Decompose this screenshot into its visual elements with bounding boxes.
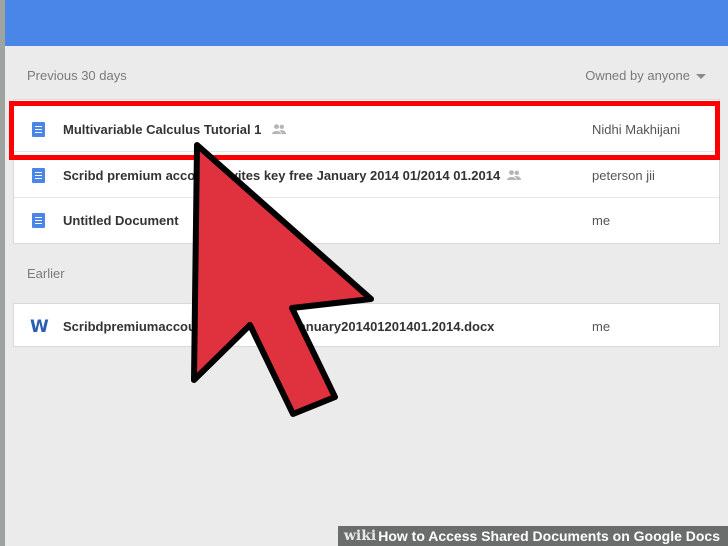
chevron-down-icon bbox=[696, 74, 706, 79]
google-doc-icon bbox=[32, 167, 45, 183]
file-row[interactable]: Untitled Document me bbox=[14, 198, 719, 243]
recent-files-list: Multivariable Calculus Tutorial 1 Nidhi … bbox=[13, 99, 720, 244]
top-bar bbox=[5, 0, 728, 46]
owner-filter-label: Owned by anyone bbox=[585, 68, 690, 83]
drive-window: Previous 30 days Owned by anyone Multiva… bbox=[5, 0, 728, 546]
file-name: Untitled Document bbox=[63, 213, 179, 228]
file-row[interactable]: Multivariable Calculus Tutorial 1 Nidhi … bbox=[14, 107, 719, 152]
file-owner: me bbox=[592, 319, 611, 334]
owner-filter-dropdown[interactable]: Owned by anyone bbox=[585, 68, 706, 83]
file-name: Multivariable Calculus Tutorial 1 bbox=[63, 121, 262, 137]
google-doc-icon bbox=[32, 121, 45, 137]
file-owner: me bbox=[592, 213, 611, 228]
banner-title: How to Access Shared Documents on Google… bbox=[378, 528, 720, 544]
file-name: Scribdpremiumaccountinviteskeyfreejanuar… bbox=[63, 319, 495, 334]
file-owner: peterson jii bbox=[592, 167, 655, 183]
word-doc-icon: W bbox=[30, 316, 49, 337]
google-doc-icon bbox=[32, 213, 45, 228]
shared-people-icon bbox=[272, 124, 286, 134]
file-row[interactable]: W Scribdpremiumaccountinviteskeyfreejanu… bbox=[14, 304, 719, 349]
file-row[interactable]: Scribd premium account invites key free … bbox=[14, 153, 719, 198]
earlier-files-list: W Scribdpremiumaccountinviteskeyfreejanu… bbox=[13, 303, 720, 347]
file-owner: Nidhi Makhijani bbox=[592, 121, 681, 137]
wikihow-banner: wiki How to Access Shared Documents on G… bbox=[338, 526, 728, 546]
section-label-recent: Previous 30 days bbox=[27, 68, 127, 83]
file-name: Scribd premium account invites key free … bbox=[63, 167, 501, 183]
shared-people-icon bbox=[507, 170, 521, 180]
section-label-earlier: Earlier bbox=[27, 266, 65, 281]
wikihow-logo: wiki bbox=[343, 528, 377, 544]
